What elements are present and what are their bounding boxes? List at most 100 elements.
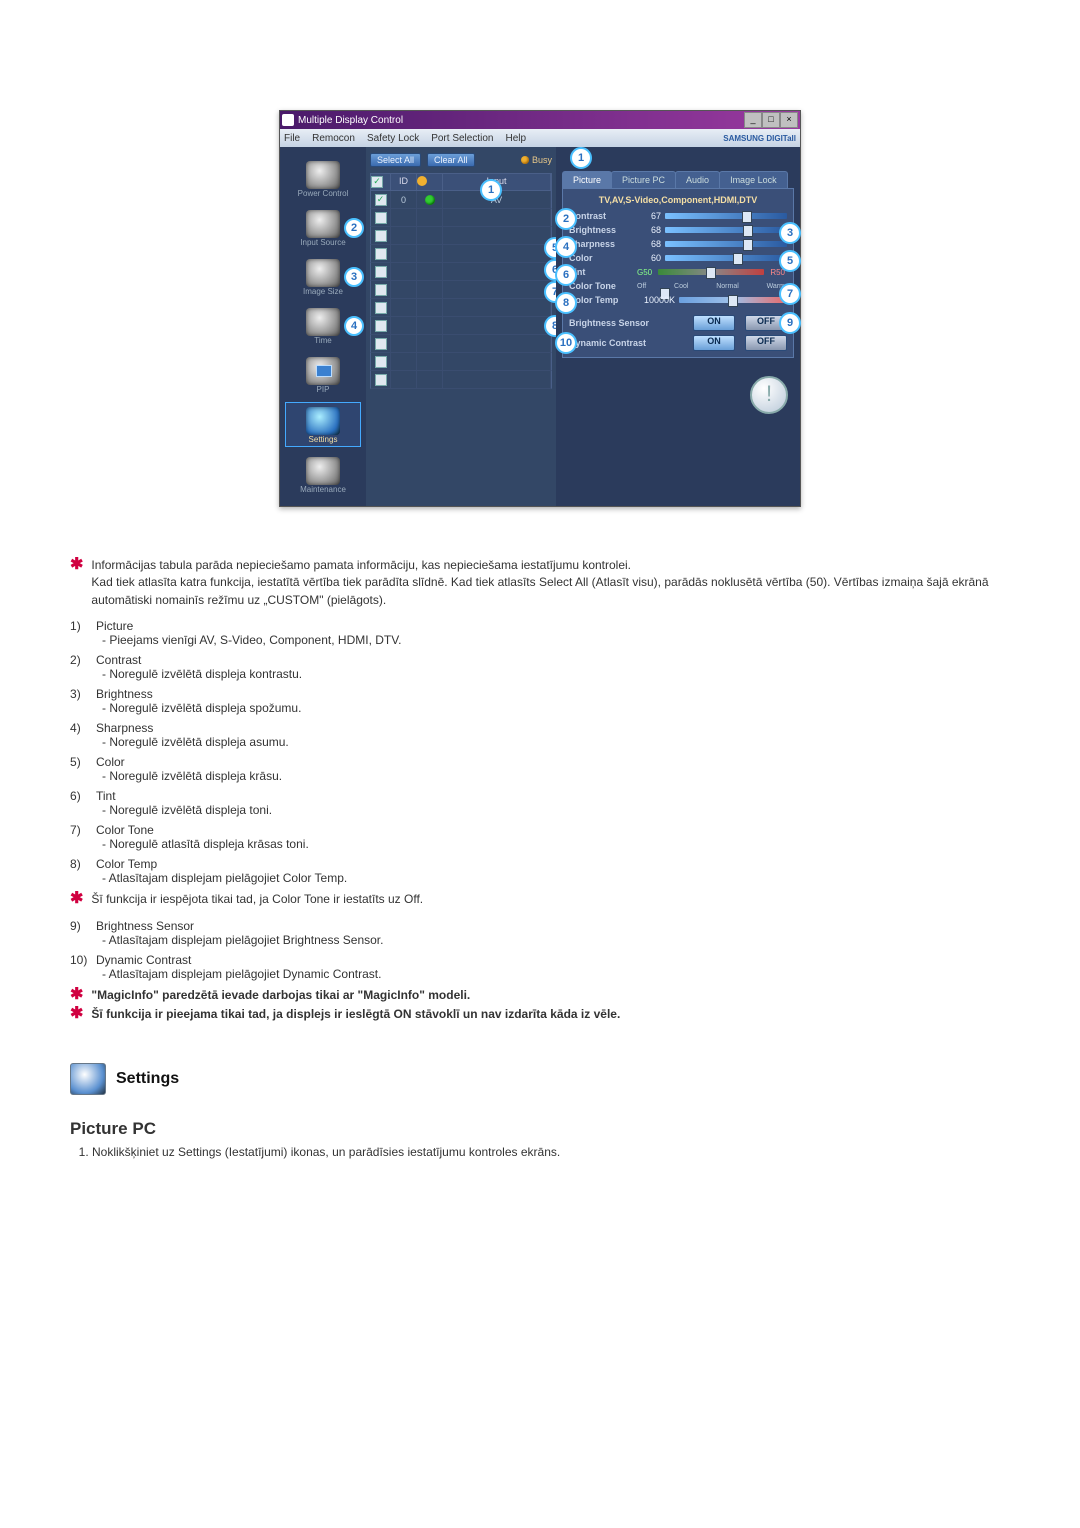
row-id	[391, 353, 417, 370]
row-id	[391, 317, 417, 334]
star-icon: ✱	[70, 891, 83, 907]
row-id	[391, 371, 417, 388]
input-icon	[306, 210, 340, 238]
callout-tabs: 1	[570, 147, 592, 169]
row-id: 0	[391, 191, 417, 208]
table-header: ID Input	[370, 173, 552, 191]
slider-sharpness[interactable]	[665, 241, 787, 247]
maximize-button[interactable]: □	[762, 112, 780, 128]
clear-all-button[interactable]: Clear All	[427, 153, 475, 167]
row-input	[443, 335, 551, 352]
definition-item: Color Tone- Noregulē atlasītā displeja k…	[70, 823, 1010, 851]
callout-4: 4	[344, 316, 364, 336]
sidebar-item-power[interactable]: Power Control	[286, 157, 360, 200]
table-row[interactable]: 0AV	[370, 191, 552, 209]
sidebar-item-maintenance[interactable]: Maintenance	[286, 453, 360, 496]
row-checkbox[interactable]	[375, 230, 387, 242]
status-icon	[425, 195, 435, 205]
sidebar-item-input[interactable]: Input Source 2	[286, 206, 360, 249]
row-brightness: Brightness 68 3	[569, 223, 787, 237]
row-color: Color 60 5	[569, 251, 787, 265]
slider-colortemp[interactable]	[679, 297, 787, 303]
row-checkbox[interactable]	[375, 320, 387, 332]
sub-title: Picture PC	[70, 1119, 1010, 1139]
dynamic-contrast-on[interactable]: ON	[693, 335, 735, 351]
definition-item: Color Temp- Atlasītajam displejam pielāg…	[70, 857, 1010, 885]
tab-picture[interactable]: Picture	[562, 171, 612, 188]
definition-item: Brightness Sensor- Atlasītajam displejam…	[70, 919, 1010, 947]
table-row[interactable]	[370, 281, 552, 299]
minimize-button[interactable]: _	[744, 112, 762, 128]
warning-icon: !	[750, 376, 788, 414]
row-input	[443, 317, 551, 334]
menu-file[interactable]: File	[284, 133, 300, 144]
table-row[interactable]	[370, 317, 552, 335]
callout-2: 2	[344, 218, 364, 238]
slider-tint[interactable]	[658, 269, 764, 275]
row-checkbox[interactable]	[375, 194, 387, 206]
row-checkbox[interactable]	[375, 248, 387, 260]
table-row[interactable]	[370, 209, 552, 227]
row-checkbox[interactable]	[375, 356, 387, 368]
menu-safetylock[interactable]: Safety Lock	[367, 133, 419, 144]
tab-imagelock[interactable]: Image Lock	[719, 171, 788, 188]
menubar: File Remocon Safety Lock Port Selection …	[280, 129, 800, 147]
menu-help[interactable]: Help	[505, 133, 526, 144]
mid-note: Šī funkcija ir iespējota tikai tad, ja C…	[91, 891, 423, 908]
select-all-button[interactable]: Select All	[370, 153, 421, 167]
row-tint: 6 Tint G50 R50	[569, 265, 787, 279]
app-window: Multiple Display Control _ □ × File Remo…	[279, 110, 801, 507]
sidebar-item-time[interactable]: Time 4	[286, 304, 360, 347]
row-checkbox[interactable]	[375, 302, 387, 314]
settings-panel: 1 Picture Picture PC Audio Image Lock TV…	[556, 147, 800, 506]
row-checkbox[interactable]	[375, 374, 387, 386]
sidebar-item-settings[interactable]: Settings	[285, 402, 361, 447]
row-colortemp: 8 Color Temp 10000K	[569, 293, 787, 307]
slider-contrast[interactable]	[665, 213, 787, 219]
imagesize-icon	[306, 259, 340, 287]
table-row[interactable]	[370, 335, 552, 353]
busy-indicator: Busy	[521, 155, 552, 165]
table-row[interactable]	[370, 227, 552, 245]
row-id	[391, 299, 417, 316]
row-input	[443, 353, 551, 370]
titlebar-text: Multiple Display Control	[298, 115, 403, 126]
slider-brightness[interactable]	[665, 227, 787, 233]
sidebar: Power Control Input Source 2 Image Size …	[280, 147, 366, 506]
row-id	[391, 227, 417, 244]
row-id	[391, 209, 417, 226]
sidebar-item-pip[interactable]: PIP	[286, 353, 360, 396]
sidebar-item-imagesize[interactable]: Image Size 3	[286, 255, 360, 298]
callout-mid-1: 1	[480, 179, 502, 201]
star-icon: ✱	[70, 557, 83, 573]
row-brightness-sensor: Brightness Sensor ON OFF 9	[569, 313, 787, 333]
table-row[interactable]	[370, 263, 552, 281]
slider-color[interactable]	[665, 255, 787, 261]
close-button[interactable]: ×	[780, 112, 798, 128]
header-checkbox[interactable]	[371, 176, 383, 188]
row-checkbox[interactable]	[375, 212, 387, 224]
table-row[interactable]	[370, 353, 552, 371]
table-row[interactable]	[370, 299, 552, 317]
note-b: Šī funkcija ir pieejama tikai tad, ja di…	[91, 1006, 620, 1023]
row-input	[443, 263, 551, 280]
menu-portselection[interactable]: Port Selection	[431, 133, 493, 144]
row-input	[443, 209, 551, 226]
menu-remocon[interactable]: Remocon	[312, 133, 355, 144]
table-row[interactable]	[370, 245, 552, 263]
row-checkbox[interactable]	[375, 338, 387, 350]
step-1: Noklikšķiniet uz Settings (Iestatījumi) …	[92, 1145, 1010, 1159]
dynamic-contrast-off[interactable]: OFF	[745, 335, 787, 351]
table-row[interactable]	[370, 371, 552, 389]
row-dynamic-contrast: 10 Dynamic Contrast ON OFF	[569, 333, 787, 353]
tab-audio[interactable]: Audio	[675, 171, 720, 188]
intro-text: Informācijas tabula parāda nepieciešamo …	[91, 557, 1010, 609]
row-id	[391, 281, 417, 298]
row-input	[443, 371, 551, 388]
brightness-sensor-on[interactable]: ON	[693, 315, 735, 331]
panel-title: TV,AV,S-Video,Component,HDMI,DTV	[569, 193, 787, 209]
row-checkbox[interactable]	[375, 284, 387, 296]
row-input	[443, 245, 551, 262]
row-checkbox[interactable]	[375, 266, 387, 278]
tab-picturepc[interactable]: Picture PC	[611, 171, 676, 188]
